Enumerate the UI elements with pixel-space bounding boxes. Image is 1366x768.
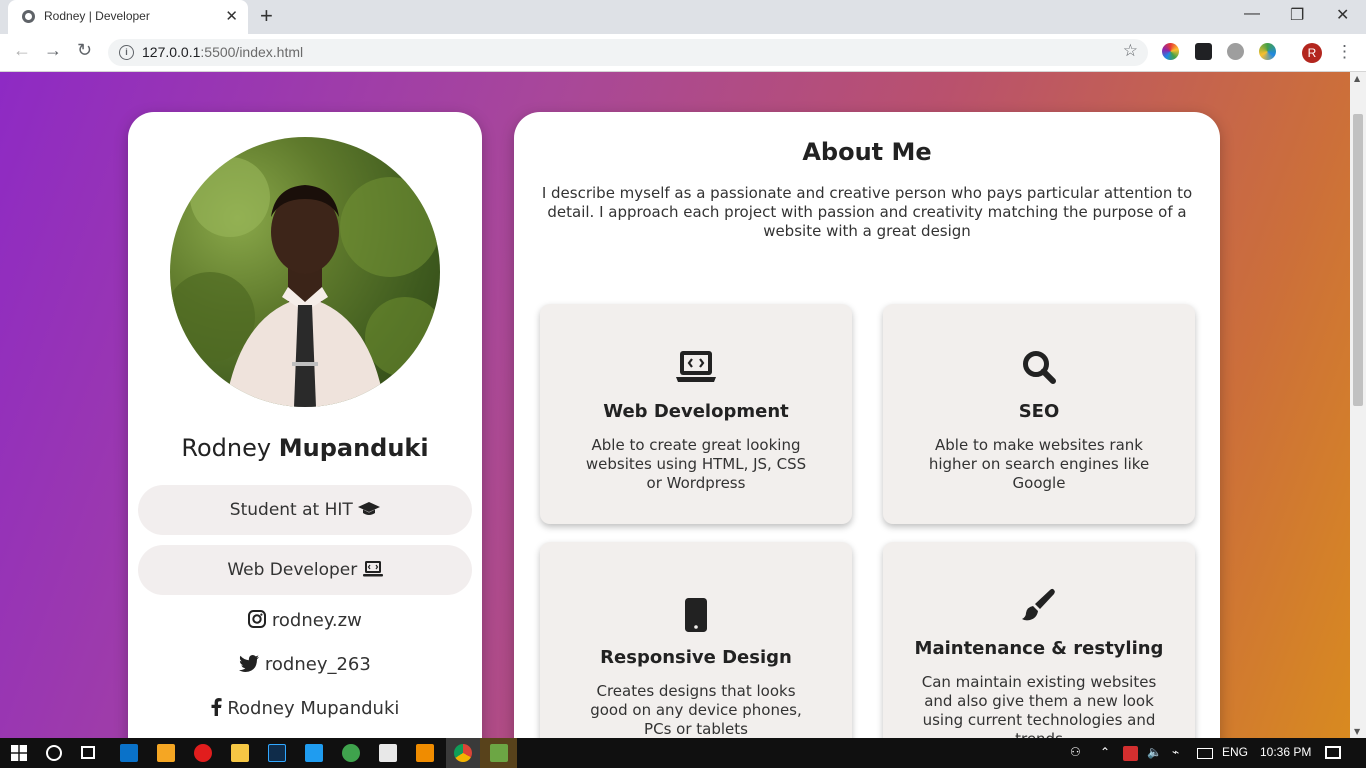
people-icon[interactable]: ⚇ — [1070, 745, 1081, 759]
service-title: SEO — [1018, 401, 1060, 422]
language-indicator[interactable]: ENG — [1222, 745, 1248, 759]
page-scrollbar[interactable]: ▲ ▼ — [1350, 72, 1366, 738]
new-tab-button[interactable]: + — [260, 3, 273, 29]
tab-close-button[interactable]: ✕ — [225, 7, 238, 25]
clock[interactable]: 10:36 PM — [1260, 745, 1311, 759]
browser-tab[interactable]: Rodney | Developer ✕ — [8, 0, 248, 34]
action-center-icon[interactable] — [1325, 746, 1341, 759]
taskbar-computer-icon[interactable] — [120, 744, 138, 762]
url-host: 127.0.0.1 — [142, 44, 201, 60]
taskbar-opera-icon[interactable] — [194, 744, 212, 762]
scrollbar-thumb[interactable] — [1353, 114, 1363, 406]
service-title: Maintenance & restyling — [914, 638, 1164, 659]
profile-avatar[interactable]: R — [1302, 43, 1322, 63]
profile-name: Rodney Mupanduki — [128, 434, 482, 462]
pill-web-developer: Web Developer — [138, 545, 472, 595]
address-bar[interactable]: i 127.0.0.1:5500/index.html ☆ — [108, 39, 1148, 66]
back-arrow-icon[interactable]: ← — [13, 40, 31, 61]
service-title: Web Development — [603, 401, 789, 422]
taskbar-photoshop-icon[interactable] — [268, 744, 286, 762]
url-path: :5500/index.html — [200, 44, 304, 60]
service-icon-wrap — [883, 588, 1195, 626]
twitter-handle: rodney_263 — [264, 654, 371, 675]
extension-color-icon[interactable] — [1162, 43, 1179, 60]
service-responsive-design: Responsive Design Creates designs that l… — [540, 542, 852, 738]
service-maintenance: Maintenance & restyling Can maintain exi… — [883, 542, 1195, 738]
laptop-code-icon — [362, 561, 383, 577]
facebook-icon — [211, 698, 222, 716]
page-viewport: Rodney Mupanduki Student at HIT Web Deve… — [0, 72, 1350, 738]
service-icon-wrap — [540, 598, 852, 636]
taskbar-highlight — [480, 738, 517, 768]
profile-photo-illustration — [170, 157, 440, 407]
scroll-up-arrow-icon[interactable]: ▲ — [1354, 74, 1360, 83]
windows-start-icon[interactable] — [11, 745, 27, 761]
profile-photo — [170, 137, 440, 407]
chrome-icon — [454, 744, 472, 762]
paint-brush-icon — [1022, 588, 1055, 621]
extension-terminal-icon[interactable] — [1195, 43, 1212, 60]
facebook-name: Rodney Mupanduki — [227, 698, 400, 719]
pill-student: Student at HIT — [138, 485, 472, 535]
taskbar-vscode-icon[interactable] — [305, 744, 323, 762]
minimize-button[interactable]: — — [1244, 5, 1260, 23]
antivirus-icon[interactable] — [1123, 746, 1138, 761]
social-twitter[interactable]: rodney_263 — [128, 654, 482, 675]
search-icon — [1023, 351, 1056, 384]
taskbar-media-player-icon[interactable] — [157, 744, 175, 762]
taskbar-chrome-active[interactable] — [446, 738, 480, 768]
menu-dots-icon[interactable]: ⋮ — [1336, 42, 1353, 62]
twitter-icon — [239, 655, 260, 672]
instagram-icon — [248, 610, 267, 628]
extension-gear-icon[interactable] — [1227, 43, 1244, 60]
globe-icon — [22, 10, 35, 23]
service-desc: Able to make websites rank higher on sea… — [928, 436, 1150, 492]
profile-card: Rodney Mupanduki Student at HIT Web Deve… — [128, 112, 482, 738]
window-close-button[interactable]: ✕ — [1336, 5, 1349, 25]
tab-title: Rodney | Developer — [44, 9, 150, 23]
about-card: About Me I describe myself as a passiona… — [514, 112, 1220, 738]
instagram-handle: rodney.zw — [271, 610, 362, 631]
network-icon[interactable]: ⌁ — [1172, 745, 1179, 759]
about-title: About Me — [802, 138, 932, 166]
service-icon-wrap — [540, 351, 852, 387]
last-name: Mupanduki — [278, 434, 429, 462]
url-text[interactable]: 127.0.0.1:5500/index.html — [142, 44, 303, 60]
bookmark-star-icon[interactable]: ☆ — [1123, 41, 1138, 61]
service-desc: Able to create great looking websites us… — [585, 436, 807, 492]
battery-icon[interactable] — [1197, 748, 1213, 759]
pill-student-label: Student at HIT — [229, 500, 353, 520]
service-seo: SEO Able to make websites rank higher on… — [883, 304, 1195, 524]
browser-tabbar: Rodney | Developer ✕ + — ❐ ✕ — [0, 0, 1366, 34]
social-instagram[interactable]: rodney.zw — [128, 610, 482, 631]
restore-button[interactable]: ❐ — [1290, 5, 1304, 25]
service-desc: Can maintain existing websites and also … — [921, 673, 1157, 738]
taskbar-vlc-icon[interactable] — [416, 744, 434, 762]
mobile-icon — [685, 598, 707, 632]
cortana-search-icon[interactable] — [46, 745, 62, 761]
taskbar-app-icon[interactable] — [342, 744, 360, 762]
pill-web-developer-label: Web Developer — [227, 560, 358, 580]
social-facebook[interactable]: Rodney Mupanduki — [128, 698, 482, 719]
service-title: Responsive Design — [600, 647, 792, 668]
taskbar-file-explorer-icon[interactable] — [231, 744, 249, 762]
taskbar-mail-icon[interactable] — [379, 744, 397, 762]
volume-icon[interactable]: 🔈 — [1147, 745, 1162, 759]
laptop-code-icon — [676, 351, 716, 382]
task-view-icon[interactable] — [81, 746, 95, 759]
graduation-cap-icon — [358, 502, 381, 515]
service-icon-wrap — [883, 350, 1195, 388]
windows-taskbar: ⚇ ⌃ 🔈 ⌁ ENG 10:36 PM — [0, 738, 1366, 768]
browser-toolbar: ← → ↻ i 127.0.0.1:5500/index.html ☆ R ⋮ — [0, 34, 1366, 72]
reload-icon[interactable]: ↻ — [77, 40, 92, 61]
info-icon[interactable]: i — [119, 45, 134, 60]
scroll-down-arrow-icon[interactable]: ▼ — [1354, 727, 1360, 736]
service-web-development: Web Development Able to create great loo… — [540, 304, 852, 524]
first-name: Rodney — [181, 434, 272, 462]
service-desc: Creates designs that looks good on any d… — [590, 682, 802, 738]
tray-chevron-up-icon[interactable]: ⌃ — [1100, 745, 1110, 759]
forward-arrow-icon[interactable]: → — [44, 40, 62, 61]
about-text: I describe myself as a passionate and cr… — [541, 184, 1193, 240]
extension-globe-icon[interactable] — [1259, 43, 1276, 60]
